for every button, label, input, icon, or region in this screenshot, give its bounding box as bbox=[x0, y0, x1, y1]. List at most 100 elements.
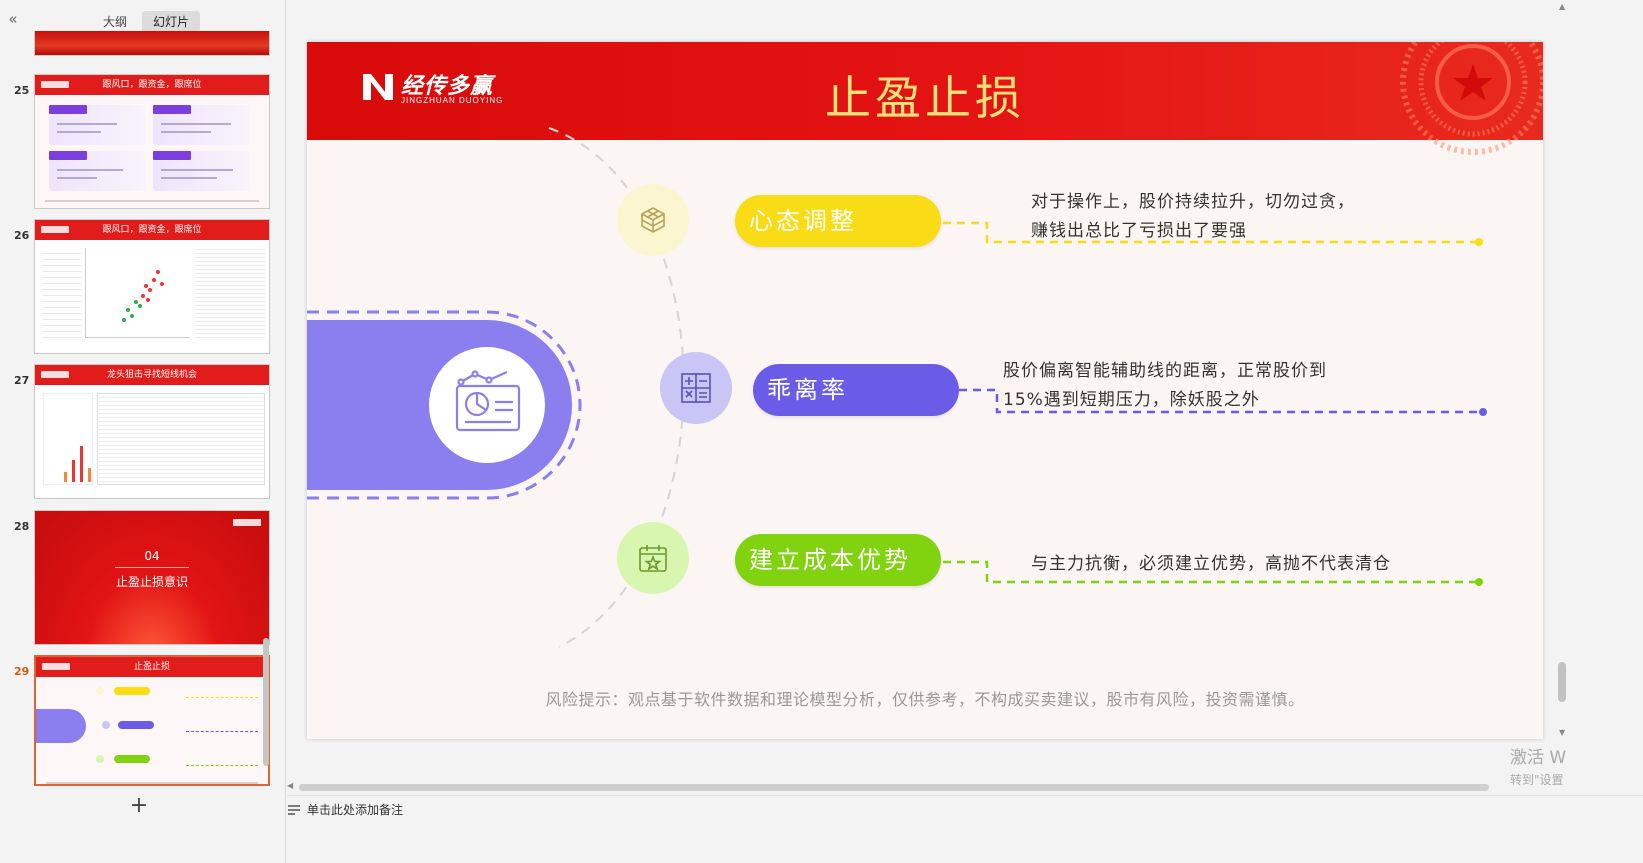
card bbox=[153, 151, 249, 191]
thumbnail-title: 跟风口，跟资金，跟席位 bbox=[102, 80, 202, 90]
slide-number: 27 bbox=[14, 374, 30, 387]
section-number: 04 bbox=[144, 549, 160, 563]
thumbnail-title: 止盈止损 bbox=[133, 662, 170, 672]
bar bbox=[64, 472, 67, 482]
side-panel bbox=[43, 393, 93, 485]
mini-logo bbox=[233, 519, 261, 526]
scroll-down-icon[interactable]: ▼ bbox=[1559, 728, 1565, 737]
thumbnail-footnote bbox=[45, 200, 259, 202]
mini-logo bbox=[42, 663, 70, 670]
card bbox=[153, 105, 249, 145]
thumbnail-body bbox=[35, 385, 269, 498]
slide-canvas[interactable]: 经传多赢 JINGZHUAN DUOYING 止盈止损 心态调整 对于操作上，股… bbox=[307, 42, 1543, 739]
thumbnail-footnote bbox=[46, 782, 258, 784]
mini-pill bbox=[114, 687, 150, 695]
mini-circle bbox=[96, 755, 104, 763]
horizontal-scroll-thumb[interactable] bbox=[299, 784, 1489, 791]
notes-bar: 单击此处添加备注 bbox=[287, 795, 1643, 863]
mini-dash bbox=[186, 765, 258, 766]
thumbnail-frame: 跟风口，跟资金，跟席位 bbox=[34, 74, 270, 209]
bar bbox=[80, 446, 83, 482]
thumbnail-body bbox=[36, 677, 268, 784]
slide-number: 25 bbox=[14, 84, 30, 97]
slide-number: 26 bbox=[14, 229, 30, 242]
panel-tabs: 大纲 幻灯片 bbox=[92, 11, 201, 32]
item-label-cost-advantage[interactable]: 建立成本优势 bbox=[735, 534, 941, 586]
calendar-star-icon bbox=[617, 522, 689, 594]
connector-end-dot bbox=[1475, 238, 1483, 246]
thumbnail-header: 龙头狙击寻找短线机会 bbox=[35, 365, 269, 385]
card-tag bbox=[153, 151, 191, 160]
thumbnail-frame bbox=[34, 31, 270, 56]
section-cover: 04 止盈止损意识 bbox=[35, 511, 269, 644]
connector-end-dot bbox=[1475, 578, 1483, 586]
item-label-mindset[interactable]: 心态调整 bbox=[735, 195, 941, 247]
slides-panel: « 大纲 幻灯片 25 跟风口，跟资金，跟席位 26 跟风口，跟资金，跟席位 2… bbox=[0, 0, 286, 863]
scroll-left-icon[interactable]: ◀ bbox=[287, 781, 293, 790]
scatter-plot bbox=[85, 248, 190, 338]
text-line bbox=[161, 123, 231, 125]
mini-dash bbox=[186, 697, 258, 698]
connector-end-dot bbox=[1479, 408, 1487, 416]
slide-editor: 经传多赢 JINGZHUAN DUOYING 止盈止损 心态调整 对于操作上，股… bbox=[287, 0, 1643, 795]
mini-pill bbox=[114, 755, 150, 763]
text-line bbox=[161, 177, 217, 179]
vertical-scroll-thumb[interactable] bbox=[1558, 662, 1566, 702]
horizontal-scrollbar[interactable]: ◀ bbox=[287, 781, 1495, 793]
notes-list-icon bbox=[288, 805, 300, 815]
text-line bbox=[161, 169, 233, 171]
thumbnail-header: 止盈止损 bbox=[36, 657, 268, 677]
plot-dot bbox=[134, 300, 138, 304]
scroll-up-icon[interactable]: ▲ bbox=[1559, 2, 1565, 11]
plot-dot bbox=[122, 318, 126, 322]
card-tag bbox=[153, 105, 191, 114]
plot-dot bbox=[141, 294, 145, 298]
thumbnail-frame: 跟风口，跟资金，跟席位 bbox=[34, 219, 270, 354]
item-description-cost-advantage[interactable]: 与主力抗衡，必须建立优势，高抛不代表清仓 bbox=[1031, 550, 1391, 579]
double-chevron-left-icon[interactable]: « bbox=[4, 10, 22, 28]
thumbnail-title: 跟风口，跟资金，跟席位 bbox=[102, 225, 202, 235]
text-line bbox=[57, 177, 97, 179]
plot-dot bbox=[144, 284, 148, 288]
plot-dot bbox=[138, 304, 142, 308]
mini-logo bbox=[41, 81, 69, 88]
item-description-mindset[interactable]: 对于操作上，股价持续拉升，切勿过贪， 赚钱出总比了亏损出了要强 bbox=[1031, 188, 1355, 246]
watermark-line: 转到"设置 bbox=[1510, 773, 1564, 787]
side-chart bbox=[43, 248, 81, 338]
card-tag bbox=[49, 105, 87, 114]
tab-slides[interactable]: 幻灯片 bbox=[142, 11, 201, 32]
add-notes-placeholder[interactable]: 单击此处添加备注 bbox=[307, 801, 403, 818]
vertical-scrollbar[interactable]: ▲ ▼ bbox=[1555, 0, 1569, 790]
card-tag bbox=[49, 151, 87, 160]
thumbnail-bg bbox=[35, 31, 269, 55]
thumbnail-frame: 04 止盈止损意识 bbox=[34, 510, 270, 645]
desc-line: 对于操作上，股价持续拉升，切勿过贪， bbox=[1031, 192, 1355, 212]
plus-icon[interactable]: + bbox=[128, 795, 150, 817]
cube-icon bbox=[617, 184, 689, 256]
plot-dot bbox=[146, 298, 150, 302]
bar bbox=[88, 468, 91, 482]
desc-line: 15%遇到短期压力，除妖股之外 bbox=[1003, 390, 1260, 410]
text-line bbox=[57, 123, 117, 125]
watermark-line: 激活 W bbox=[1510, 748, 1567, 768]
risk-disclaimer[interactable]: 风险提示：观点基于软件数据和理论模型分析，仅供参考，不构成买卖建议，股市有风险，… bbox=[307, 686, 1543, 710]
thumbnail-body bbox=[35, 95, 269, 208]
plot-dot bbox=[130, 314, 134, 318]
slide-number: 28 bbox=[14, 520, 30, 533]
thumbnail-body bbox=[35, 240, 269, 353]
activation-watermark: 激活 W 转到"设置 bbox=[1510, 747, 1566, 791]
slide-number: 29 bbox=[14, 665, 30, 678]
plot-dot bbox=[160, 282, 164, 286]
item-description-deviation-rate[interactable]: 股价偏离智能辅助线的距离，正常股价到 15%遇到短期压力，除妖股之外 bbox=[1003, 357, 1327, 415]
mini-dash bbox=[186, 731, 258, 732]
mini-logo bbox=[41, 371, 69, 378]
bar bbox=[72, 460, 75, 482]
item-label-deviation-rate[interactable]: 乖离率 bbox=[753, 364, 959, 416]
mini-center-shape bbox=[36, 709, 86, 743]
tab-outline[interactable]: 大纲 bbox=[92, 11, 138, 32]
mini-logo bbox=[41, 226, 69, 233]
thumbnail-scrollbar[interactable] bbox=[263, 638, 269, 766]
card bbox=[49, 105, 145, 145]
desc-line: 赚钱出总比了亏损出了要强 bbox=[1031, 221, 1247, 241]
card bbox=[49, 151, 145, 191]
